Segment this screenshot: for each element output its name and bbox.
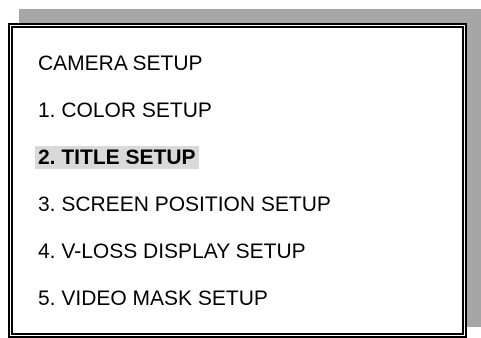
menu-item-label: 2. TITLE SETUP xyxy=(35,146,199,169)
menu-item-label: 5. VIDEO MASK SETUP xyxy=(38,287,268,310)
menu-item-video-mask-setup[interactable]: 5. VIDEO MASK SETUP xyxy=(35,286,334,312)
menu-item-label: 1. COLOR SETUP xyxy=(38,99,212,122)
menu-item-label: 3. SCREEN POSITION SETUP xyxy=(38,193,331,216)
menu-title: CAMERA SETUP xyxy=(35,51,334,77)
camera-setup-menu: CAMERA SETUP 1. COLOR SETUP 2. TITLE SET… xyxy=(8,23,467,338)
menu-title-label: CAMERA SETUP xyxy=(38,52,203,75)
menu-item-v-loss-display-setup[interactable]: 4. V-LOSS DISPLAY SETUP xyxy=(35,239,334,265)
menu-item-color-setup[interactable]: 1. COLOR SETUP xyxy=(35,98,334,124)
menu-item-screen-position-setup[interactable]: 3. SCREEN POSITION SETUP xyxy=(35,192,334,218)
menu-item-label: 4. V-LOSS DISPLAY SETUP xyxy=(38,240,306,263)
menu-item-title-setup[interactable]: 2. TITLE SETUP xyxy=(35,145,334,171)
menu-list: CAMERA SETUP 1. COLOR SETUP 2. TITLE SET… xyxy=(35,51,334,333)
